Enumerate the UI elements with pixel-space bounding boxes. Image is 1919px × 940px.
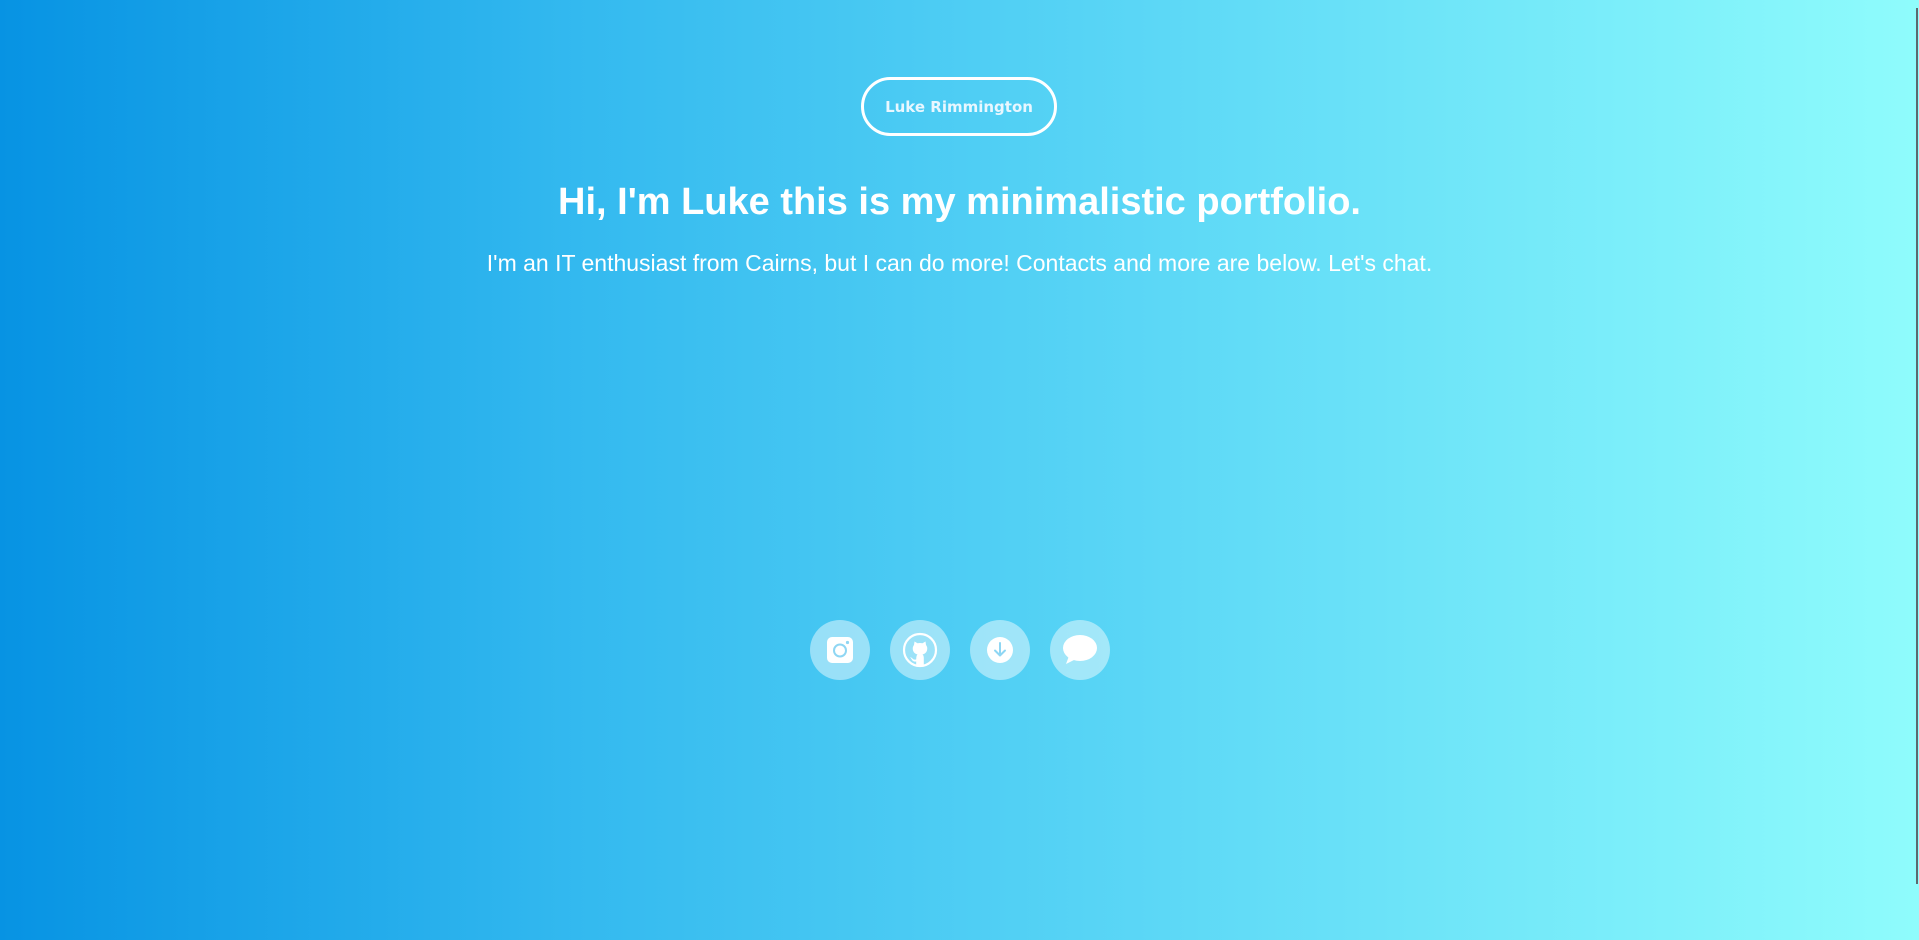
scrollbar-thumb[interactable]: [1916, 8, 1918, 884]
download-icon: [987, 637, 1013, 663]
chat-button[interactable]: [1050, 620, 1110, 680]
page-tagline: I'm an IT enthusiast from Cairns, but I …: [486, 250, 1433, 276]
page-headline: Hi, I'm Luke this is my minimalistic por…: [558, 181, 1361, 223]
page-background: Luke Rimmington Hi, I'm Luke this is my …: [0, 0, 1919, 940]
scrollbar[interactable]: [1915, 0, 1919, 886]
social-links: [810, 620, 1110, 680]
name-badge-button[interactable]: Luke Rimmington: [861, 77, 1057, 136]
instagram-icon: [827, 637, 853, 663]
github-icon: [902, 632, 938, 668]
github-button[interactable]: [890, 620, 950, 680]
download-button[interactable]: [970, 620, 1030, 680]
instagram-button[interactable]: [810, 620, 870, 680]
chat-icon: [1063, 635, 1097, 664]
